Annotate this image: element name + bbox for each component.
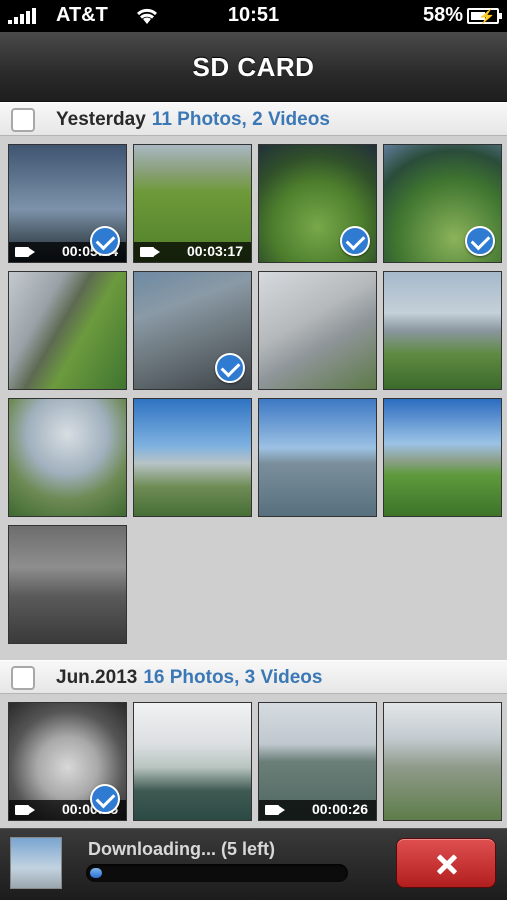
video-camera-icon	[265, 805, 285, 815]
photo-thumbnail[interactable]	[383, 271, 502, 390]
thumbnail-image	[259, 399, 376, 516]
section-title: Yesterday 11 Photos, 2 Videos	[56, 103, 330, 137]
video-camera-icon	[15, 247, 35, 257]
download-progress-fill	[90, 868, 102, 878]
photo-thumbnail[interactable]	[258, 271, 377, 390]
photo-thumbnail[interactable]	[383, 702, 502, 821]
status-bar: AT&T 10:51 58% ⚡	[0, 0, 507, 32]
page-title: SD CARD	[192, 52, 315, 82]
select-all-checkbox[interactable]	[11, 108, 35, 132]
section-header: Jun.2013 16 Photos, 3 Videos	[0, 660, 507, 694]
video-thumbnail[interactable]: 00:03:17	[133, 144, 252, 263]
video-camera-icon	[140, 247, 160, 257]
selected-checkmark-icon	[90, 784, 120, 814]
battery-percentage: 58%	[422, 4, 463, 26]
select-all-checkbox[interactable]	[11, 666, 35, 690]
download-bar: Downloading... (5 left)	[0, 828, 507, 900]
video-info-bar: 00:03:17	[134, 242, 251, 262]
section-title: Jun.2013 16 Photos, 3 Videos	[56, 661, 322, 695]
section-count: 16 Photos, 3 Videos	[143, 667, 323, 688]
selected-checkmark-icon	[215, 353, 245, 383]
photo-library[interactable]: Yesterday 11 Photos, 2 Videos 00:05:14 00:0…	[0, 102, 507, 828]
photo-thumbnail[interactable]	[8, 525, 127, 644]
photo-thumbnail[interactable]	[8, 398, 127, 517]
thumbnail-image	[259, 272, 376, 389]
section-count: 11 Photos, 2 Videos	[151, 109, 330, 130]
download-thumbnail	[10, 837, 62, 889]
video-thumbnail[interactable]: 00:00:26	[258, 702, 377, 821]
thumbnail-image	[384, 272, 501, 389]
photo-thumbnail[interactable]	[383, 398, 502, 517]
video-info-bar: 00:00:26	[259, 800, 376, 820]
photo-thumbnail[interactable]	[258, 398, 377, 517]
video-duration: 00:00:26	[311, 801, 368, 817]
photo-thumbnail[interactable]	[8, 271, 127, 390]
section-date: Jun.2013	[56, 667, 138, 688]
cancel-download-button[interactable]	[396, 838, 496, 888]
navigation-bar: SD CARD	[0, 32, 507, 102]
video-thumbnail[interactable]: 00:05:14	[8, 144, 127, 263]
section-header: Yesterday 11 Photos, 2 Videos	[0, 102, 507, 136]
thumbnail-image	[9, 399, 126, 516]
thumbnail-image	[9, 526, 126, 643]
thumbnail-image	[134, 703, 251, 820]
selected-checkmark-icon	[90, 226, 120, 256]
video-duration: 00:03:17	[186, 243, 243, 259]
video-camera-icon	[15, 805, 35, 815]
selected-checkmark-icon	[465, 226, 495, 256]
thumbnail-image	[134, 399, 251, 516]
battery-icon: ⚡	[467, 8, 502, 24]
photo-thumbnail[interactable]	[133, 271, 252, 390]
thumbnail-image	[384, 703, 501, 820]
photo-thumbnail[interactable]	[133, 398, 252, 517]
photo-thumbnail[interactable]	[258, 144, 377, 263]
thumbnail-image	[9, 272, 126, 389]
thumbnail-grid: 00:00:25 00:00:26	[0, 694, 507, 828]
section-date: Yesterday	[56, 109, 146, 130]
download-progress-bar	[86, 864, 348, 882]
thumbnail-grid: 00:05:14 00:03:17	[0, 136, 507, 660]
photo-thumbnail[interactable]	[383, 144, 502, 263]
photo-thumbnail[interactable]	[133, 702, 252, 821]
video-thumbnail[interactable]: 00:00:25	[8, 702, 127, 821]
download-status: Downloading... (5 left)	[88, 839, 275, 859]
selected-checkmark-icon	[340, 226, 370, 256]
thumbnail-image	[384, 399, 501, 516]
